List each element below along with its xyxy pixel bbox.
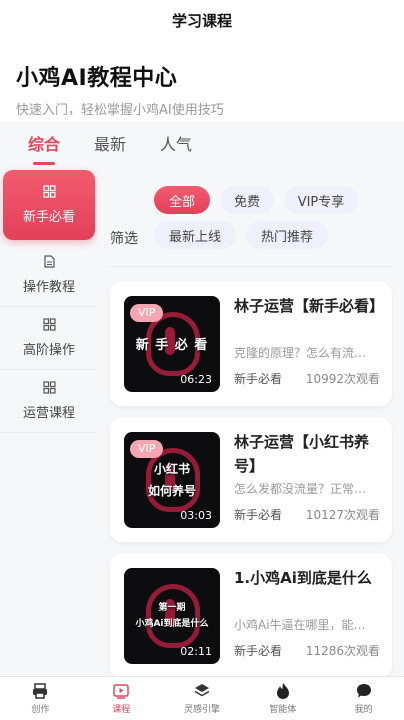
sidebar-item-tutorial[interactable]: 操作教程 <box>0 244 98 307</box>
layers-icon <box>194 684 210 697</box>
course-thumbnail[interactable]: 第一期 小鸡Ai到底是什么 02:11 <box>124 568 220 664</box>
bottom-navigation: 创作 课程 灵感引擎 智能体 我的 <box>0 676 404 720</box>
grid-icon <box>42 318 56 331</box>
duration-label: 06:23 <box>180 373 212 386</box>
filter-chip-newest[interactable]: 最新上线 <box>154 221 236 249</box>
vip-badge: VIP <box>130 440 164 458</box>
sidebar-item-label: 新手必看 <box>22 210 75 225</box>
course-title: 林子运营【小红书养号】 <box>234 433 370 475</box>
course-description: 克隆的原理？怎么有流… <box>234 346 367 360</box>
nav-mine[interactable]: 我的 <box>323 677 404 720</box>
nav-label: 灵感引擎 <box>183 705 220 715</box>
page-header: 学习课程 <box>0 0 404 40</box>
flame-icon <box>276 683 289 699</box>
cover-text-2: 小鸡Ai到底是什么 <box>135 619 209 629</box>
course-title: 1.小鸡Ai到底是什么 <box>234 569 372 587</box>
course-card[interactable]: 新 手 必 看 VIP 06:23 林子运营【新手必看】 克隆的原理？怎么有流…… <box>110 282 392 406</box>
vip-badge: VIP <box>130 304 164 322</box>
duration-label: 03:03 <box>180 509 212 522</box>
course-description: 怎么发都没流量？正常… <box>234 482 367 496</box>
course-category-tag: 新手必看 <box>234 508 283 522</box>
sidebar-item-beginner[interactable]: 新手必看 <box>3 170 95 240</box>
course-category-tag: 新手必看 <box>234 644 283 658</box>
hero-section: 小鸡AI教程中心 快速入门，轻松掌握小鸡AI使用技巧 <box>0 40 404 122</box>
nav-label: 我的 <box>354 705 373 715</box>
course-thumbnail[interactable]: 小红书 如何养号 VIP 03:03 <box>124 432 220 528</box>
course-thumbnail[interactable]: 新 手 必 看 VIP 06:23 <box>124 296 220 392</box>
course-list-panel: 筛选 全部 免费 VIP专享 最新上线 热门推荐 新 手 必 看 VIP 06:… <box>98 168 404 676</box>
cover-text: 新 手 必 看 <box>135 338 209 353</box>
filter-label: 筛选 <box>110 231 138 247</box>
printer-icon <box>33 683 48 699</box>
course-category-tag: 新手必看 <box>234 372 283 386</box>
cover-text-2: 如何养号 <box>147 484 196 498</box>
hero-title: 小鸡AI教程中心 <box>16 66 178 91</box>
play-video-icon <box>113 684 129 699</box>
chat-icon <box>356 684 371 698</box>
nav-create[interactable]: 创作 <box>0 677 81 720</box>
tab-latest[interactable]: 最新 <box>94 122 126 168</box>
nav-agent[interactable]: 智能体 <box>242 677 323 720</box>
view-count: 10992次观看 <box>305 372 380 386</box>
sidebar-item-advanced[interactable]: 高阶操作 <box>0 307 98 370</box>
course-card[interactable]: 第一期 小鸡Ai到底是什么 02:11 1.小鸡Ai到底是什么 小鸡Ai牛逼在哪… <box>110 554 392 676</box>
course-card[interactable]: 小红书 如何养号 VIP 03:03 林子运营【小红书养号】 怎么发都没流量？正… <box>110 418 392 542</box>
nav-label: 课程 <box>112 705 131 715</box>
cover-text: 第一期 <box>158 603 186 613</box>
filter-chip-free[interactable]: 免费 <box>220 186 274 214</box>
grid-icon <box>42 381 56 394</box>
filter-chip-all[interactable]: 全部 <box>154 186 210 214</box>
divider <box>110 266 392 267</box>
hero-subtitle: 快速入门，轻松掌握小鸡AI使用技巧 <box>16 103 224 118</box>
duration-label: 02:11 <box>180 645 212 658</box>
nav-label: 创作 <box>31 705 50 715</box>
sidebar-item-label: 操作教程 <box>22 280 75 295</box>
grid-icon <box>42 185 56 198</box>
filter-chip-hot[interactable]: 热门推荐 <box>246 221 328 249</box>
course-description: 小鸡Ai牛逼在哪里，能… <box>234 618 366 632</box>
nav-inspiration[interactable]: 灵感引擎 <box>162 677 243 720</box>
view-count: 11286次观看 <box>305 644 380 658</box>
page-title: 学习课程 <box>171 11 232 30</box>
course-title: 林子运营【新手必看】 <box>234 297 385 315</box>
sidebar-item-label: 高阶操作 <box>22 343 75 358</box>
sidebar-item-operations[interactable]: 运营课程 <box>0 370 98 433</box>
cover-text: 小红书 <box>153 462 190 476</box>
nav-label: 智能体 <box>269 705 297 715</box>
category-sidebar: 新手必看 操作教程 高阶操作 运营课程 <box>0 168 98 676</box>
tab-popular[interactable]: 人气 <box>160 122 192 168</box>
sidebar-item-label: 运营课程 <box>22 406 75 421</box>
document-icon <box>43 255 55 268</box>
sort-tabs: 综合 最新 人气 <box>0 122 404 168</box>
filter-chip-vip[interactable]: VIP专享 <box>284 186 358 214</box>
nav-courses[interactable]: 课程 <box>81 677 162 720</box>
view-count: 10127次观看 <box>305 508 380 522</box>
tab-comprehensive[interactable]: 综合 <box>28 122 60 168</box>
